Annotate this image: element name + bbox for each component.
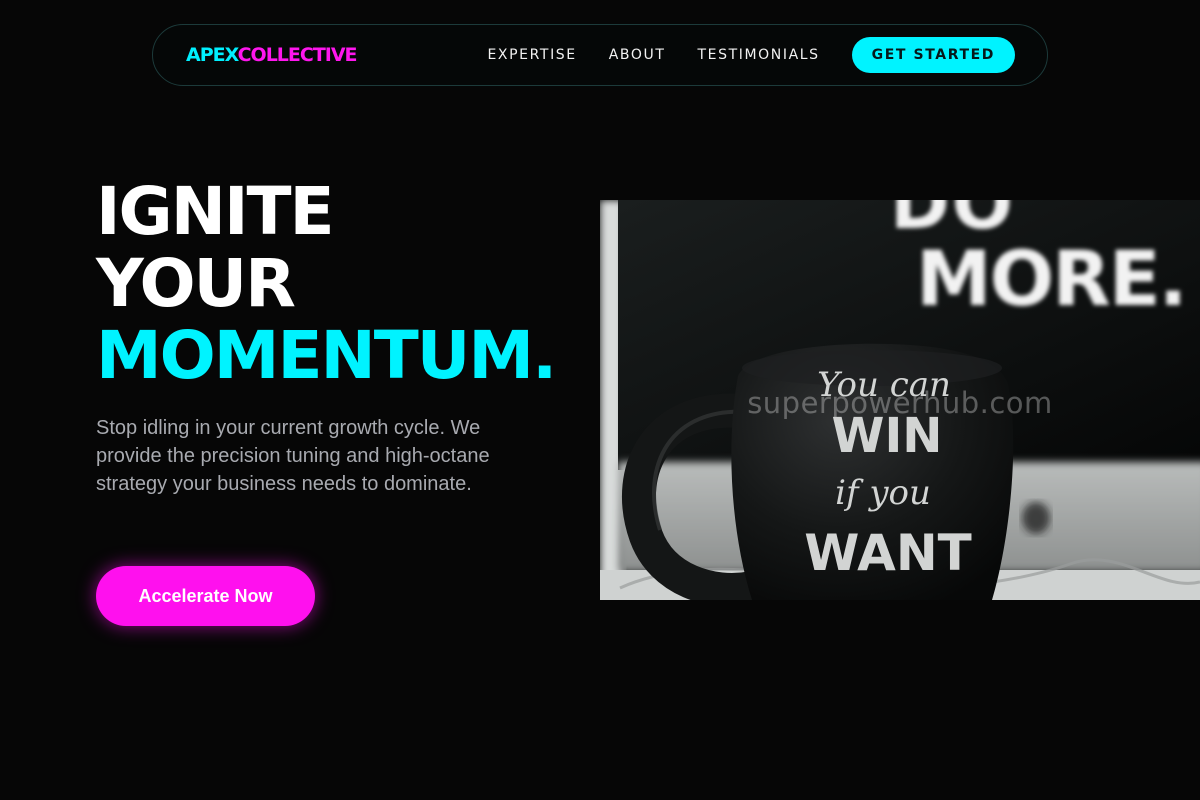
nav-link-expertise[interactable]: EXPERTISE <box>487 47 576 63</box>
headline-line-1: IGNITE <box>96 173 335 250</box>
mug-text-want: WANT <box>804 524 972 582</box>
hero-headline: IGNITE YOUR MOMENTUM. <box>96 173 557 394</box>
brand-logo-part1: APEX <box>186 43 239 66</box>
get-started-button[interactable]: GET STARTED <box>851 37 1015 73</box>
mug-photo: DO MORE. You can WIN if you WANT <box>600 200 1200 600</box>
sign-text-more: MORE. <box>916 234 1186 323</box>
mug-text-win: WIN <box>832 408 943 464</box>
brand-logo-part2: COLLECTIVE <box>237 43 358 66</box>
top-nav: APEXCOLLECTIVE EXPERTISE ABOUT TESTIMONI… <box>152 24 1048 86</box>
headline-line-2: YOUR <box>96 245 296 322</box>
nav-link-testimonials[interactable]: TESTIMONIALS <box>698 47 820 63</box>
mug-text-you-can: You can <box>817 365 951 405</box>
mug-text-if-you: if you <box>835 473 931 513</box>
brand-logo[interactable]: APEXCOLLECTIVE <box>186 43 358 66</box>
headline-line-3: MOMENTUM. <box>96 317 557 394</box>
accelerate-now-button[interactable]: Accelerate Now <box>96 566 315 626</box>
nav-link-about[interactable]: ABOUT <box>609 47 666 63</box>
hero-image: DO MORE. You can WIN if you WANT superpo… <box>600 200 1200 600</box>
nav-links: EXPERTISE ABOUT TESTIMONIALS GET STARTED <box>487 37 1015 73</box>
hero-subtitle: Stop idling in your current growth cycle… <box>96 417 490 495</box>
